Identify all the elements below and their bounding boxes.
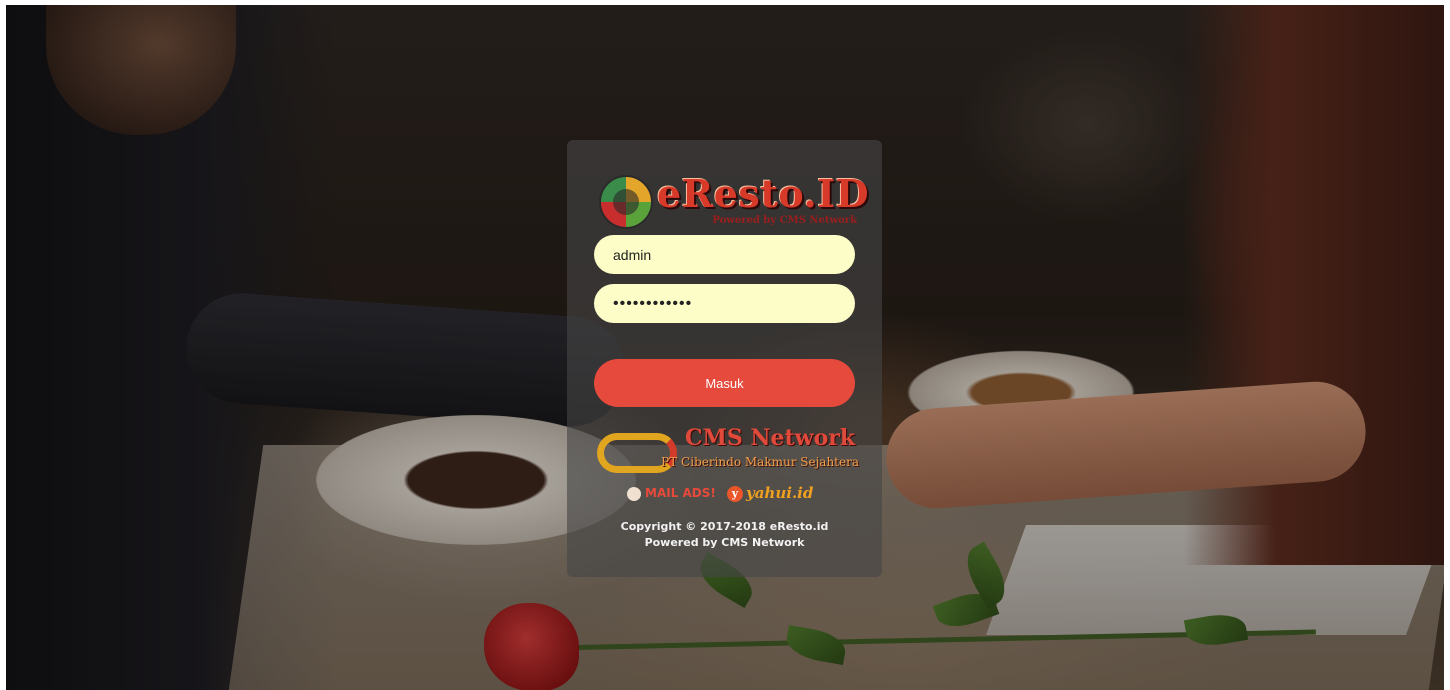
yahui-text: yahui.id [746,484,814,502]
mailads-logo: MAIL ADS! [627,486,716,501]
eresto-logo-title: eResto.ID [657,171,870,216]
mailads-icon [627,486,641,501]
mailads-text: MAIL ADS! [645,486,716,500]
eresto-logo-tagline: Powered by CMS Network [712,215,857,226]
copyright-brand: eResto.id [769,520,829,533]
password-input[interactable] [594,284,855,323]
eresto-emblem-icon [599,175,653,229]
copyright-prefix: Copyright © 2017-2018 [620,520,770,533]
yahui-logo: y yahui.id [727,484,813,502]
username-input[interactable] [594,235,855,274]
cms-network-logo: CMS Network PT Ciberindo Makmur Sejahter… [597,425,859,477]
yahui-icon: y [727,486,743,502]
cms-network-title: CMS Network [685,425,856,451]
copyright-line: Copyright © 2017-2018 eResto.id [567,519,882,535]
cms-network-company: PT Ciberindo Makmur Sejahtera [661,455,859,469]
copyright-footer: Copyright © 2017-2018 eResto.id Powered … [567,519,882,551]
powered-by-prefix: Powered by [644,536,722,549]
login-card: eResto.ID Powered by CMS Network Masuk C… [567,140,882,577]
partner-logos: MAIL ADS! y yahui.id [627,484,827,510]
login-button[interactable]: Masuk [594,359,855,407]
powered-by-line: Powered by CMS Network [567,535,882,551]
eresto-logo: eResto.ID Powered by CMS Network [599,171,869,231]
powered-by-brand: CMS Network [721,536,805,549]
